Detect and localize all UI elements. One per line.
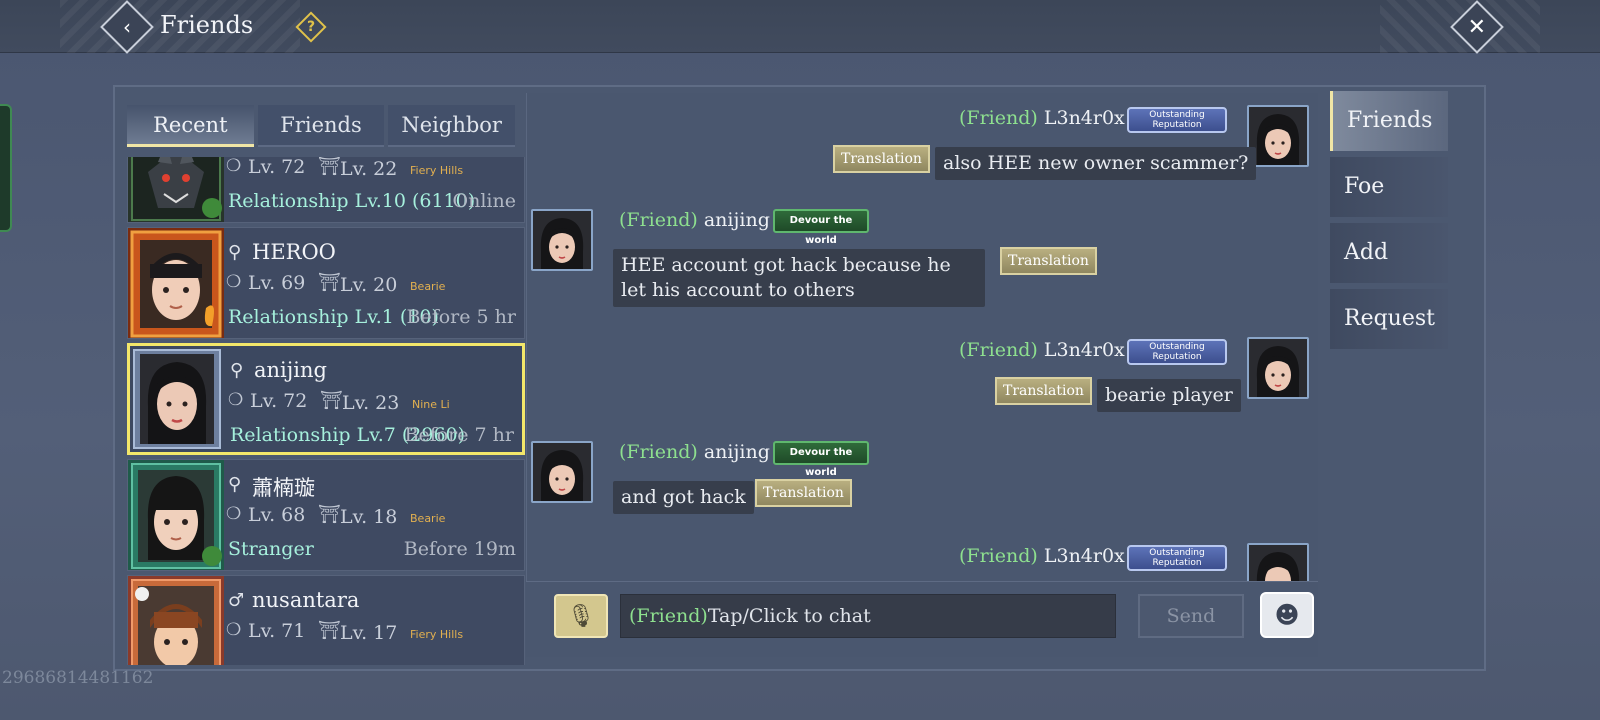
chevron-left-icon: ‹ bbox=[123, 15, 131, 39]
home-level: Lv. 23 bbox=[342, 392, 400, 414]
gender-icon: ⚲ bbox=[230, 360, 244, 381]
server-name: Bearie bbox=[410, 280, 446, 293]
chat-messages[interactable]: (Friend) L3n4r0x Outstanding Reputation T… bbox=[526, 93, 1318, 587]
voice-button[interactable]: 🎙 bbox=[554, 594, 608, 638]
message-avatar[interactable] bbox=[531, 441, 593, 503]
home-level: Lv. 17 bbox=[340, 622, 398, 644]
home-level: Lv. 22 bbox=[340, 158, 398, 180]
reputation-badge: Outstanding Reputation bbox=[1127, 339, 1227, 365]
side-menu-request[interactable]: Request bbox=[1330, 289, 1448, 349]
friend-card-selected[interactable]: ⚲ anijing ❍ Lv. 72 ⛩ Lv. 23 Nine Li Rela… bbox=[127, 343, 525, 455]
level-icon: ❍ bbox=[226, 504, 242, 524]
character-level: Lv. 71 bbox=[248, 620, 306, 642]
server-name: Fiery Hills bbox=[410, 628, 464, 641]
character-level: Lv. 69 bbox=[248, 272, 306, 294]
home-level: Lv. 20 bbox=[340, 274, 398, 296]
message-sender: (Friend) anijing bbox=[619, 209, 770, 231]
emoji-button[interactable]: ☻ bbox=[1260, 592, 1314, 638]
online-status: Online bbox=[452, 190, 516, 212]
message-sender: (Friend) L3n4r0x bbox=[959, 339, 1125, 361]
message-bubble: HEE account got hack because he let his … bbox=[613, 249, 985, 307]
friends-panel: Recent Friends Neighbor ❍ Lv. 72 ⛩ Lv. 2… bbox=[113, 85, 1486, 671]
friend-name: anijing bbox=[254, 358, 327, 382]
reputation-badge: Outstanding Reputation bbox=[1127, 545, 1227, 571]
tab-bar: Recent Friends Neighbor bbox=[127, 105, 516, 147]
home-level: Lv. 18 bbox=[340, 506, 398, 528]
message-bubble: also HEE new owner scammer? bbox=[935, 147, 1257, 180]
gender-icon: ⚲ bbox=[228, 242, 242, 263]
level-icon: ❍ bbox=[226, 620, 242, 640]
tab-neighbor[interactable]: Neighbor bbox=[388, 105, 516, 147]
relationship-level: Relationship Lv.10 (6110) bbox=[228, 190, 476, 212]
online-status: Before 7 hr bbox=[404, 424, 515, 446]
title-badge: Devour the world bbox=[773, 209, 869, 246]
message-avatar[interactable] bbox=[531, 209, 593, 271]
house-icon: ⛩ bbox=[320, 390, 343, 411]
emoji-icon: ☻ bbox=[1274, 601, 1300, 629]
gender-icon: ⚲ bbox=[228, 474, 242, 495]
level-icon: ❍ bbox=[226, 272, 242, 292]
server-name: Fiery Hills bbox=[410, 164, 464, 177]
side-menu-add[interactable]: Add bbox=[1330, 223, 1448, 283]
page-title: Friends bbox=[160, 11, 254, 39]
side-menu-foe[interactable]: Foe bbox=[1330, 157, 1448, 217]
microphone-icon: 🎙 bbox=[567, 603, 595, 629]
message-bubble: bearie player bbox=[1097, 379, 1241, 412]
relationship-level: Stranger bbox=[228, 538, 314, 560]
house-icon: ⛩ bbox=[318, 157, 341, 177]
level-icon: ❍ bbox=[228, 390, 244, 410]
house-icon: ⛩ bbox=[318, 620, 341, 641]
question-icon: ? bbox=[306, 19, 316, 35]
send-button[interactable]: Send bbox=[1138, 594, 1244, 638]
avatar bbox=[128, 228, 224, 338]
chat-input[interactable]: (Friend)Tap/Click to chat bbox=[620, 594, 1116, 638]
user-id: 29686814481162 bbox=[2, 668, 154, 688]
level-icon: ❍ bbox=[226, 157, 242, 176]
translation-button[interactable]: Translation bbox=[995, 377, 1092, 405]
tab-friends[interactable]: Friends bbox=[257, 105, 385, 147]
gender-icon: ♂ bbox=[228, 590, 245, 611]
friend-card[interactable]: ⚲ 蕭楠璇 ❍ Lv. 68 ⛩ Lv. 18 Bearie Stranger … bbox=[127, 459, 525, 571]
tab-recent[interactable]: Recent bbox=[127, 105, 254, 147]
title-badge: Devour the world bbox=[773, 441, 869, 478]
message-sender: (Friend) anijing bbox=[619, 441, 770, 463]
character-level: Lv. 72 bbox=[250, 390, 308, 412]
avatar bbox=[128, 576, 224, 665]
friend-name: nusantara bbox=[252, 588, 360, 612]
online-status: Before 19m bbox=[403, 538, 516, 560]
message-sender: (Friend) L3n4r0x bbox=[959, 545, 1125, 567]
friend-name: HEROO bbox=[252, 240, 336, 264]
message-sender: (Friend) L3n4r0x bbox=[959, 107, 1125, 129]
friend-card[interactable]: ❍ Lv. 72 ⛩ Lv. 22 Fiery Hills Relationsh… bbox=[127, 157, 525, 223]
message-bubble: and got hack bbox=[613, 481, 754, 514]
friend-card[interactable]: ♂ nusantara ❍ Lv. 71 ⛩ Lv. 17 Fiery Hill… bbox=[127, 575, 525, 665]
avatar bbox=[128, 460, 224, 570]
side-drawer-handle[interactable] bbox=[0, 104, 12, 232]
house-icon: ⛩ bbox=[318, 504, 341, 525]
message-avatar[interactable] bbox=[1247, 337, 1309, 399]
friend-card[interactable]: ⚲ HEROO ❍ Lv. 69 ⛩ Lv. 20 Bearie Relatio… bbox=[127, 227, 525, 339]
avatar bbox=[130, 346, 226, 452]
house-icon: ⛩ bbox=[318, 272, 341, 293]
help-button[interactable]: ? bbox=[295, 11, 327, 43]
online-status: Before 5 hr bbox=[406, 306, 517, 328]
character-level: Lv. 68 bbox=[248, 504, 306, 526]
avatar bbox=[128, 157, 224, 222]
translation-button[interactable]: Translation bbox=[833, 145, 930, 173]
message-avatar[interactable] bbox=[1247, 105, 1309, 167]
translation-button[interactable]: Translation bbox=[755, 479, 852, 507]
friend-name: 蕭楠璇 bbox=[252, 476, 315, 500]
reputation-badge: Outstanding Reputation bbox=[1127, 107, 1227, 133]
character-level: Lv. 72 bbox=[248, 157, 306, 178]
top-bar: ‹ Friends ? ✕ bbox=[0, 0, 1600, 54]
close-icon: ✕ bbox=[1467, 14, 1487, 40]
server-name: Nine Li bbox=[412, 398, 450, 411]
chat-input-bar: 🎙 (Friend)Tap/Click to chat Send ☻ bbox=[526, 581, 1318, 657]
server-name: Bearie bbox=[410, 512, 446, 525]
translation-button[interactable]: Translation bbox=[1000, 247, 1097, 275]
side-menu-friends[interactable]: Friends bbox=[1330, 91, 1448, 151]
friend-list[interactable]: ❍ Lv. 72 ⛩ Lv. 22 Fiery Hills Relationsh… bbox=[127, 157, 525, 665]
